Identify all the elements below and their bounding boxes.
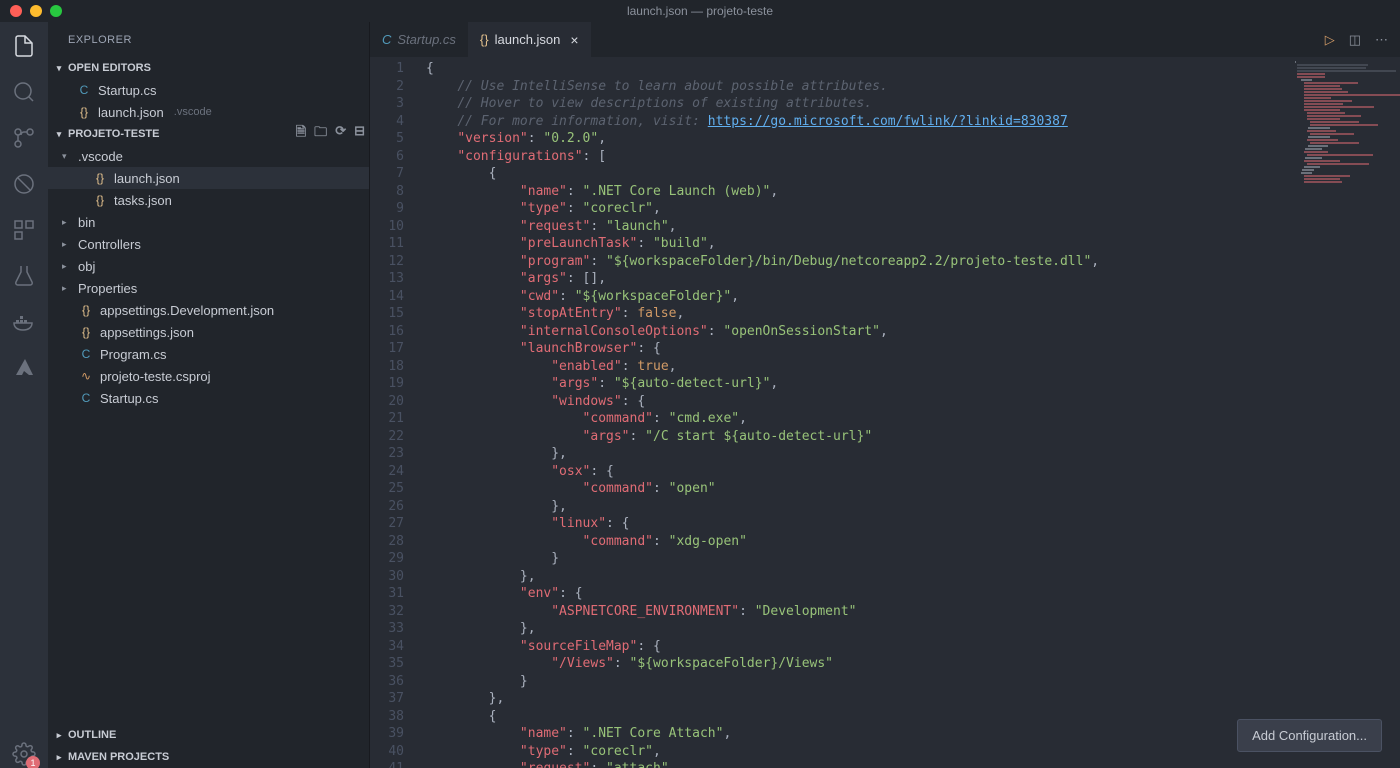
folder-item[interactable]: ▸Properties [48, 277, 369, 299]
maximize-window-button[interactable] [50, 5, 62, 17]
folder-item[interactable]: ▸bin [48, 211, 369, 233]
folder-item[interactable]: ▸obj [48, 255, 369, 277]
outline-section[interactable]: ▸ OUTLINE [48, 724, 369, 746]
docker-icon[interactable] [10, 308, 38, 336]
new-file-icon[interactable]: 🗎 [296, 123, 306, 145]
chevron-right-icon: ▸ [62, 217, 72, 228]
explorer-icon[interactable] [10, 32, 38, 60]
chevron-down-icon: ▾ [54, 129, 64, 140]
close-window-button[interactable] [10, 5, 22, 17]
add-configuration-button[interactable]: Add Configuration... [1237, 719, 1382, 752]
file-item[interactable]: {}appsettings.Development.json [48, 299, 369, 321]
code-editor[interactable]: 1234567891011121314151617181920212223242… [370, 57, 1400, 768]
more-actions-icon[interactable]: ⋯ [1375, 32, 1388, 48]
window-title: launch.json — projeto-teste [627, 4, 773, 18]
debug-icon[interactable] [10, 170, 38, 198]
folder-item[interactable]: ▾.vscode [48, 145, 369, 167]
chevron-right-icon: ▸ [54, 730, 64, 741]
sidebar-title: EXPLORER [48, 22, 369, 57]
folder-item[interactable]: ▸Controllers [48, 233, 369, 255]
chevron-right-icon: ▸ [62, 261, 72, 272]
file-item[interactable]: ∿projeto-teste.csproj [48, 365, 369, 387]
close-tab-icon[interactable]: × [570, 32, 578, 48]
extensions-icon[interactable] [10, 216, 38, 244]
file-item[interactable]: CProgram.cs [48, 343, 369, 365]
activity-bar [0, 22, 48, 768]
open-editor-item[interactable]: CStartup.cs [48, 79, 369, 101]
tab-bar: CStartup.cs{}launch.json× ▷ ◫ ⋯ [370, 22, 1400, 57]
chevron-right-icon: ▸ [62, 239, 72, 250]
test-icon[interactable] [10, 262, 38, 290]
chevron-down-icon: ▾ [54, 63, 64, 74]
chevron-right-icon: ▸ [54, 752, 64, 763]
editor-tab[interactable]: CStartup.cs [370, 22, 468, 57]
sidebar: EXPLORER ▾ OPEN EDITORS CStartup.cs{}lau… [48, 22, 370, 768]
open-editors-section[interactable]: ▾ OPEN EDITORS [48, 57, 369, 79]
open-launch-icon[interactable]: ▷ [1325, 32, 1335, 48]
file-item[interactable]: {}tasks.json [48, 189, 369, 211]
editor-tab[interactable]: {}launch.json× [468, 22, 591, 57]
search-icon[interactable] [10, 78, 38, 106]
title-bar: launch.json — projeto-teste [0, 0, 1400, 22]
source-control-icon[interactable] [10, 124, 38, 152]
file-item[interactable]: {}launch.json [48, 167, 369, 189]
file-item[interactable]: {}appsettings.json [48, 321, 369, 343]
azure-icon[interactable] [10, 354, 38, 382]
collapse-all-icon[interactable]: ⊟ [354, 123, 365, 145]
split-editor-icon[interactable]: ◫ [1349, 32, 1361, 48]
maven-section[interactable]: ▸ MAVEN PROJECTS [48, 746, 369, 768]
chevron-down-icon: ▾ [62, 151, 72, 162]
project-section[interactable]: ▾ PROJETO-TESTE 🗎 🗀 ⟳ ⊟ [48, 123, 369, 145]
new-folder-icon[interactable]: 🗀 [314, 123, 327, 145]
settings-gear-icon[interactable] [10, 740, 38, 768]
editor-area: CStartup.cs{}launch.json× ▷ ◫ ⋯ 12345678… [370, 22, 1400, 768]
refresh-icon[interactable]: ⟳ [335, 123, 346, 145]
minimize-window-button[interactable] [30, 5, 42, 17]
chevron-right-icon: ▸ [62, 283, 72, 294]
minimap[interactable] [1290, 57, 1400, 237]
file-item[interactable]: CStartup.cs [48, 387, 369, 409]
open-editor-item[interactable]: {}launch.json.vscode [48, 101, 369, 123]
